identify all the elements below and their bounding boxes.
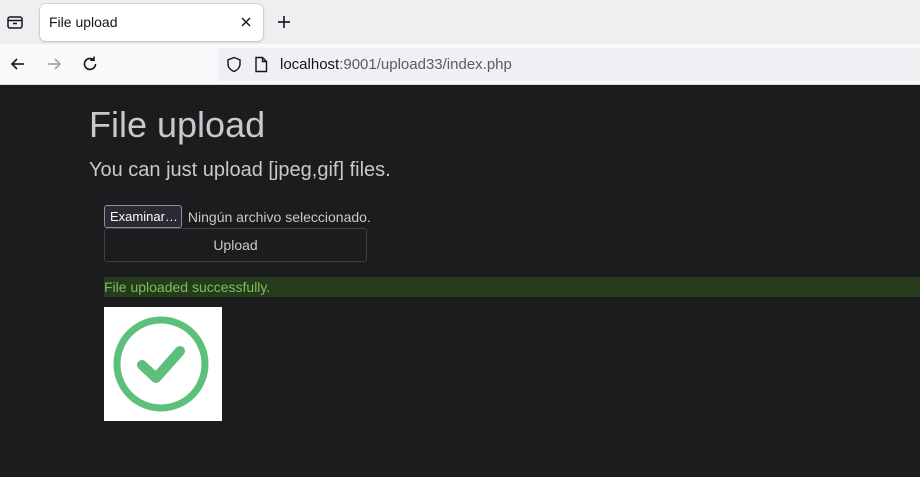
page-title: File upload xyxy=(89,104,266,145)
tab-close-button[interactable] xyxy=(238,14,254,30)
checkmark-circle-icon xyxy=(113,316,209,412)
tab-file-upload[interactable]: File upload xyxy=(40,4,263,41)
plus-icon xyxy=(278,16,290,28)
forward-button[interactable] xyxy=(44,54,64,74)
forward-arrow-icon xyxy=(48,58,62,70)
back-arrow-icon xyxy=(10,58,24,70)
success-alert: File uploaded successfully. xyxy=(104,277,920,297)
url-text[interactable]: localhost:9001/upload33/index.php xyxy=(280,56,512,73)
page-subtitle: You can just upload [jpeg,gif] files. xyxy=(89,159,391,181)
tab-list-button[interactable] xyxy=(4,10,26,34)
close-icon xyxy=(241,17,251,27)
url-path: :9001/upload33/index.php xyxy=(339,56,512,73)
page-icon[interactable] xyxy=(254,56,268,73)
uploaded-image xyxy=(104,307,222,421)
url-host: localhost xyxy=(280,56,340,73)
reload-icon xyxy=(83,56,97,71)
reload-button[interactable] xyxy=(80,54,100,74)
shield-icon[interactable] xyxy=(226,56,242,73)
back-button[interactable] xyxy=(8,54,28,74)
tab-list-icon xyxy=(7,16,23,29)
file-input[interactable]: Examinar… Ningún archivo seleccionado. xyxy=(104,205,371,228)
tab-title: File upload xyxy=(49,14,118,30)
address-bar[interactable]: localhost:9001/upload33/index.php xyxy=(218,48,920,81)
browse-button[interactable]: Examinar… xyxy=(104,205,182,228)
page-content: File upload You can just upload [jpeg,gi… xyxy=(0,85,920,477)
new-tab-button[interactable] xyxy=(274,12,294,32)
tab-bar: File upload xyxy=(0,0,920,44)
upload-button[interactable]: Upload xyxy=(104,228,367,262)
navigation-bar: localhost:9001/upload33/index.php xyxy=(0,44,920,85)
no-file-label: Ningún archivo seleccionado. xyxy=(187,208,371,225)
